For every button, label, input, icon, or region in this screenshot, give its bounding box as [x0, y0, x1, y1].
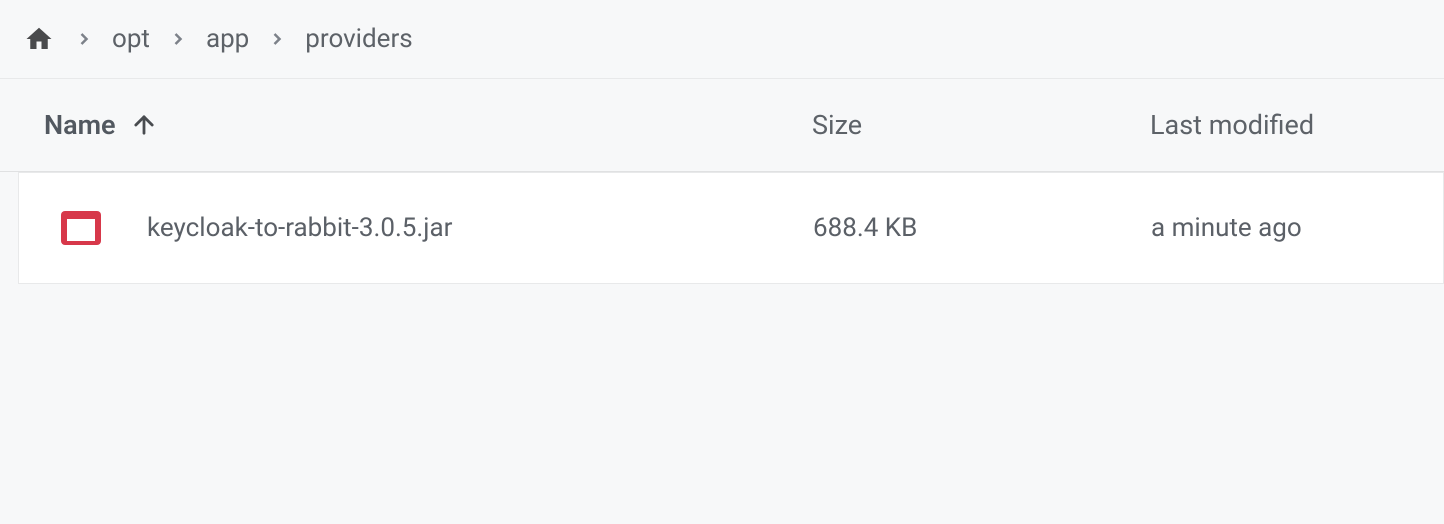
file-name: keycloak-to-rabbit-3.0.5.jar: [147, 213, 452, 243]
arrow-up-icon[interactable]: [130, 111, 158, 139]
chevron-right-icon: [267, 29, 287, 49]
table-header: Name Size Last modified: [0, 79, 1444, 172]
file-modified: a minute ago: [1149, 213, 1417, 243]
breadcrumb: opt app providers: [0, 0, 1444, 79]
breadcrumb-item-app[interactable]: app: [206, 24, 249, 54]
column-header-size[interactable]: Size: [812, 109, 862, 141]
table-row[interactable]: keycloak-to-rabbit-3.0.5.jar 688.4 KB a …: [18, 172, 1444, 284]
file-size: 688.4 KB: [811, 213, 1149, 243]
breadcrumb-item-providers[interactable]: providers: [305, 24, 412, 54]
file-browser: opt app providers Name Size: [0, 0, 1444, 284]
home-icon[interactable]: [22, 24, 56, 54]
column-header-name[interactable]: Name: [44, 109, 116, 141]
chevron-right-icon: [74, 29, 94, 49]
column-header-modified[interactable]: Last modified: [1150, 109, 1314, 141]
breadcrumb-item-opt[interactable]: opt: [112, 24, 150, 54]
file-icon: [59, 209, 103, 247]
chevron-right-icon: [168, 29, 188, 49]
